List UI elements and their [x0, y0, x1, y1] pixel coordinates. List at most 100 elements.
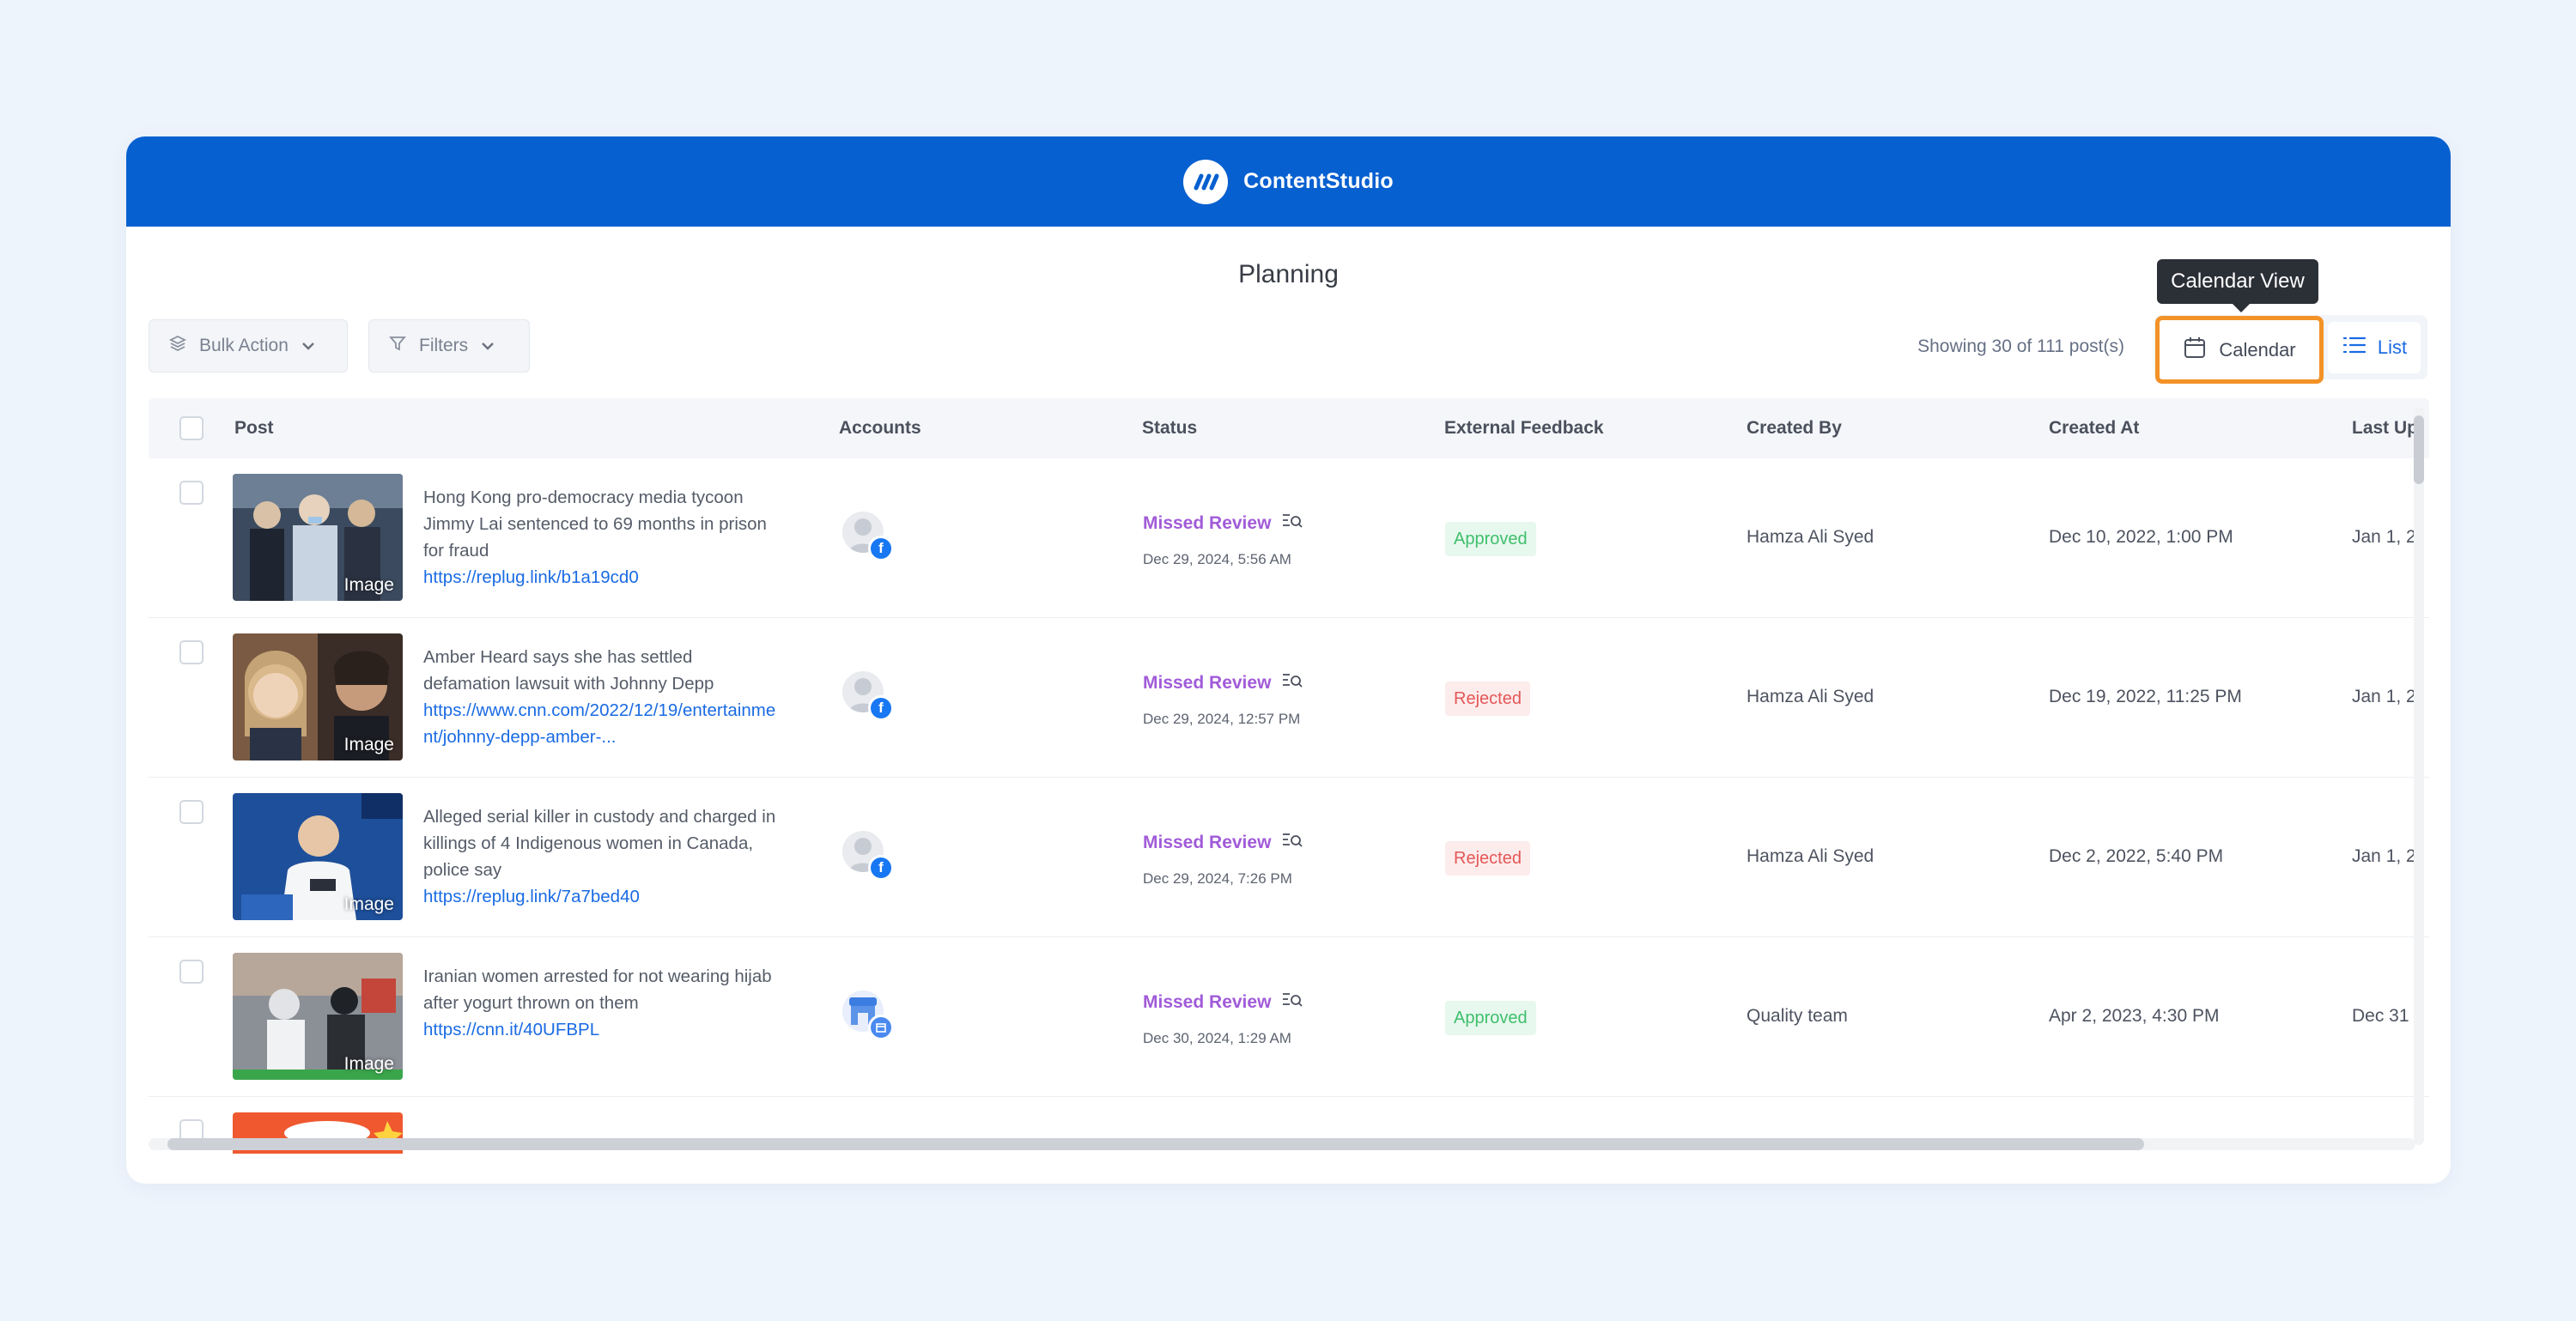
horizontal-scrollbar-thumb[interactable] — [167, 1138, 2144, 1150]
review-details-icon[interactable] — [1281, 512, 1303, 536]
calendar-view-tooltip: Calendar View — [2157, 259, 2318, 312]
account-avatar[interactable] — [841, 989, 894, 1040]
vertical-scrollbar[interactable] — [2414, 407, 2424, 1145]
post-thumbnail[interactable]: Image — [233, 793, 403, 920]
calendar-view-button[interactable]: Calendar — [2155, 316, 2324, 384]
row-checkbox[interactable] — [179, 800, 204, 824]
horizontal-scrollbar[interactable] — [149, 1138, 2415, 1150]
column-header-last-updated[interactable]: Last Up — [2352, 398, 2418, 458]
list-icon — [2342, 335, 2367, 361]
row-checkbox[interactable] — [179, 960, 204, 984]
created-at: Dec 10, 2022, 1:00 PM — [2049, 527, 2233, 547]
post-title: Alleged serial killer in custody and cha… — [423, 807, 776, 880]
post-link[interactable]: https://www.cnn.com/2022/12/19/entertain… — [423, 697, 784, 750]
view-toggle: Calendar List — [2154, 315, 2427, 384]
column-header-created-by[interactable]: Created By — [1747, 398, 1842, 458]
status-cell: Missed Review Dec 30, 2024, 1:29 AM — [1143, 991, 1303, 1047]
filter-icon — [388, 334, 407, 358]
layers-icon — [168, 334, 187, 358]
post-content: Hong Kong pro-democracy media tycoon Jim… — [423, 484, 784, 591]
list-label: List — [2377, 336, 2408, 358]
status-cell: Missed Review Dec 29, 2024, 7:26 PM — [1143, 831, 1303, 888]
status-cell: Missed Review Dec 29, 2024, 5:56 AM — [1143, 512, 1303, 568]
column-header-external-feedback[interactable]: External Feedback — [1444, 398, 1604, 458]
post-link[interactable]: https://replug.link/7a7bed40 — [423, 883, 784, 910]
status-label: Missed Review — [1143, 513, 1272, 533]
account-avatar[interactable]: f — [841, 829, 894, 881]
post-link[interactable]: https://cnn.it/40UFBPL — [423, 1016, 784, 1043]
thumbnail-type-label: Image — [343, 735, 394, 754]
account-avatar[interactable]: f — [841, 670, 894, 721]
brand-name: ContentStudio — [1243, 169, 1394, 193]
feedback-badge: Approved — [1445, 522, 1536, 556]
table-row[interactable]: Image Iranian women arrested for not wea… — [149, 937, 2429, 1097]
post-link[interactable]: https://replug.link/b1a19cd0 — [423, 564, 784, 591]
vertical-scrollbar-thumb[interactable] — [2414, 415, 2424, 484]
post-title: Hong Kong pro-democracy media tycoon Jim… — [423, 488, 767, 561]
created-at: Apr 2, 2023, 4:30 PM — [2049, 1006, 2220, 1026]
bulk-action-label: Bulk Action — [199, 336, 289, 355]
row-checkbox[interactable] — [179, 640, 204, 664]
contentstudio-logo-icon — [1183, 159, 1229, 204]
bulk-action-button[interactable]: Bulk Action — [149, 319, 348, 373]
last-updated: Jan 1, 2 — [2352, 687, 2416, 706]
thumbnail-type-label: Image — [343, 894, 394, 914]
facebook-icon: f — [868, 695, 894, 721]
table-header: Post Accounts Status External Feedback C… — [149, 398, 2429, 458]
filters-label: Filters — [419, 336, 469, 355]
google-business-icon — [868, 1015, 894, 1040]
column-header-status[interactable]: Status — [1142, 398, 1197, 458]
status-cell: Missed Review Dec 29, 2024, 12:57 PM — [1143, 671, 1303, 728]
created-by: Hamza Ali Syed — [1747, 846, 1874, 866]
created-by: Quality team — [1747, 1006, 1848, 1026]
chevron-down-icon — [301, 336, 316, 356]
list-view-button[interactable]: List — [2328, 322, 2421, 373]
table-row[interactable]: Image Alleged serial killer in custody a… — [149, 778, 2429, 937]
post-thumbnail[interactable]: Image — [233, 633, 403, 760]
filters-button[interactable]: Filters — [368, 319, 530, 373]
post-content: Alleged serial killer in custody and cha… — [423, 803, 784, 910]
created-by: Hamza Ali Syed — [1747, 687, 1874, 706]
posts-table: Post Accounts Status External Feedback C… — [149, 398, 2429, 1154]
select-all-checkbox[interactable] — [179, 416, 204, 440]
post-title: Iranian women arrested for not wearing h… — [423, 967, 772, 1013]
feedback-badge: Rejected — [1445, 841, 1530, 876]
created-at: Dec 19, 2022, 11:25 PM — [2049, 687, 2242, 706]
status-date: Dec 29, 2024, 12:57 PM — [1143, 711, 1301, 727]
facebook-icon: f — [868, 536, 894, 561]
row-checkbox[interactable] — [179, 481, 204, 505]
review-details-icon[interactable] — [1281, 671, 1303, 695]
table-row[interactable]: Image Hong Kong pro-democracy media tyco… — [149, 458, 2429, 618]
post-thumbnail[interactable]: Image — [233, 953, 403, 1080]
created-by: Hamza Ali Syed — [1747, 527, 1874, 547]
feedback-badge: Rejected — [1445, 682, 1530, 716]
last-updated: Jan 1, 2 — [2352, 527, 2416, 547]
status-label: Missed Review — [1143, 673, 1272, 693]
calendar-icon — [2183, 336, 2207, 365]
calendar-label: Calendar — [2219, 338, 2296, 361]
account-avatar[interactable]: f — [841, 510, 894, 561]
status-date: Dec 30, 2024, 1:29 AM — [1143, 1030, 1291, 1046]
column-header-accounts[interactable]: Accounts — [839, 398, 921, 458]
post-content: Iranian women arrested for not wearing h… — [423, 963, 784, 1043]
facebook-icon: f — [868, 855, 894, 881]
review-details-icon[interactable] — [1281, 991, 1303, 1015]
status-label: Missed Review — [1143, 992, 1272, 1012]
app-window: ContentStudio Planning Bulk Action Filte… — [126, 136, 2451, 1184]
column-header-post[interactable]: Post — [234, 398, 274, 458]
review-details-icon[interactable] — [1281, 831, 1303, 855]
column-header-created-at[interactable]: Created At — [2049, 398, 2139, 458]
post-title: Amber Heard says she has settled defamat… — [423, 647, 714, 694]
last-updated: Dec 31 — [2352, 1006, 2409, 1026]
status-date: Dec 29, 2024, 7:26 PM — [1143, 870, 1292, 887]
top-bar: ContentStudio — [126, 136, 2451, 227]
created-at: Dec 2, 2022, 5:40 PM — [2049, 846, 2224, 866]
status-date: Dec 29, 2024, 5:56 AM — [1143, 551, 1291, 567]
post-thumbnail[interactable]: Image — [233, 474, 403, 601]
post-count: Showing 30 of 111 post(s) — [1917, 336, 2124, 356]
thumbnail-type-label: Image — [343, 1054, 394, 1074]
table-row[interactable]: Image Amber Heard says she has settled d… — [149, 618, 2429, 778]
status-label: Missed Review — [1143, 833, 1272, 852]
thumbnail-type-label: Image — [343, 575, 394, 595]
page-title: Planning — [1238, 260, 1339, 288]
